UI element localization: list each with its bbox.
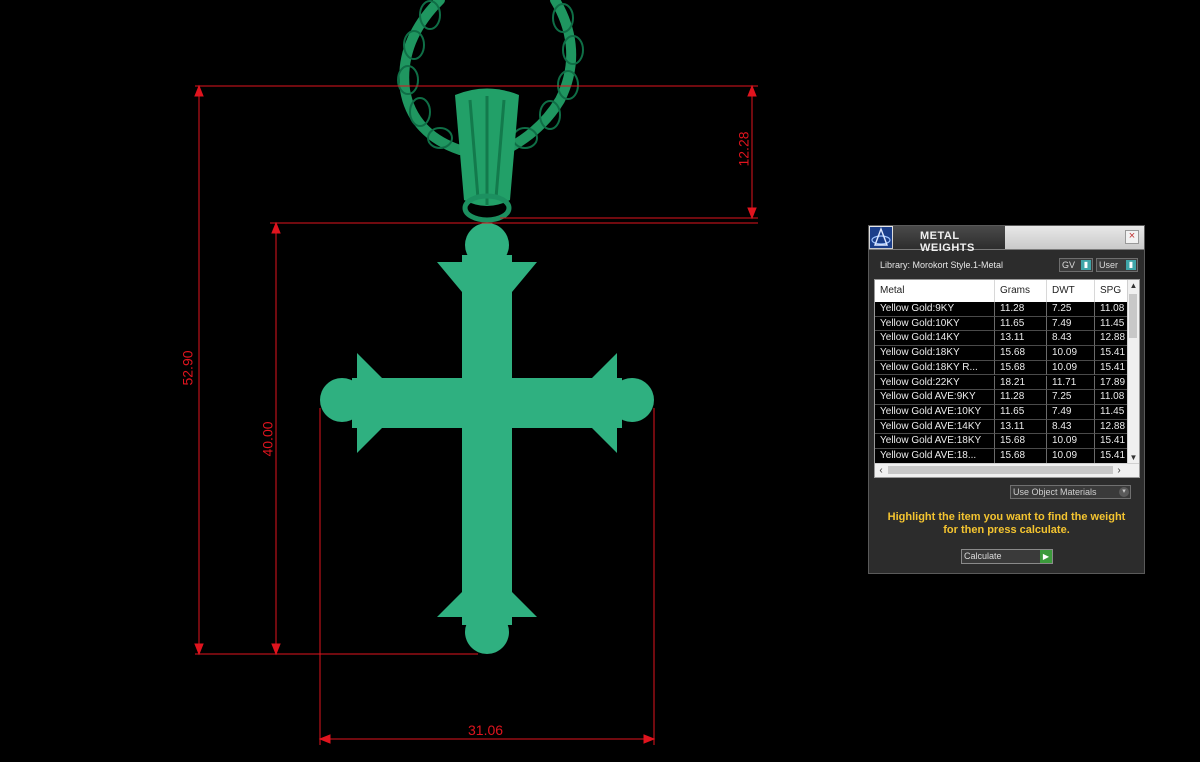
- grams-cell: 11.65: [995, 316, 1047, 332]
- grams-cell: 18.21: [995, 375, 1047, 391]
- vertical-scrollbar[interactable]: ▲ ▼: [1127, 280, 1139, 464]
- hint-text: Highlight the item you want to find the …: [887, 511, 1126, 536]
- column-header-metal[interactable]: Metal: [875, 280, 995, 302]
- table-row[interactable]: Yellow Gold AVE:9KY 11.28 7.25 11.08: [875, 390, 1129, 405]
- gv-select[interactable]: GV ▮: [1059, 258, 1093, 272]
- metal-cell: Yellow Gold:14KY: [875, 331, 995, 347]
- spg-cell: 17.89: [1095, 375, 1129, 391]
- grams-cell: 15.68: [995, 434, 1047, 449]
- grams-cell: 13.11: [995, 331, 1047, 347]
- grams-cell: 15.68: [995, 346, 1047, 361]
- play-icon[interactable]: ▶: [1040, 550, 1052, 563]
- column-header-grams[interactable]: Grams: [995, 280, 1047, 302]
- material-source-select[interactable]: Use Object Materials ▾: [1010, 485, 1131, 499]
- scroll-thumb[interactable]: [1129, 294, 1137, 338]
- table-row[interactable]: Yellow Gold:18KY 15.68 10.09 15.41: [875, 346, 1129, 361]
- bail: [455, 88, 519, 223]
- dwt-cell: 8.43: [1047, 331, 1095, 347]
- dwt-cell: 8.43: [1047, 419, 1095, 435]
- calculate-select[interactable]: Calculate ▶: [961, 549, 1053, 564]
- metal-cell: Yellow Gold:18KY: [875, 346, 995, 361]
- close-icon[interactable]: ×: [1125, 230, 1139, 244]
- gv-select-value: GV: [1062, 260, 1076, 270]
- table-row[interactable]: Yellow Gold AVE:18... 15.68 10.09 15.41: [875, 449, 1129, 464]
- dwt-cell: 11.71: [1047, 375, 1095, 391]
- overall-height-label: 52.90: [179, 350, 196, 386]
- metal-cell: Yellow Gold:10KY: [875, 316, 995, 332]
- grams-cell: 11.28: [995, 390, 1047, 405]
- table-row[interactable]: Yellow Gold AVE:14KY 13.11 8.43 12.88: [875, 419, 1129, 435]
- table-row[interactable]: Yellow Gold:22KY 18.21 11.71 17.89: [875, 375, 1129, 391]
- dwt-cell: 7.25: [1047, 302, 1095, 317]
- spg-cell: 11.08: [1095, 390, 1129, 405]
- scroll-left-icon[interactable]: ‹: [875, 464, 887, 477]
- metal-table: Metal Grams DWT SPG Yellow Gold:9KY 11.2…: [874, 279, 1140, 478]
- library-label: Library: Morokort Style.1-Metal: [880, 260, 1004, 270]
- grams-cell: 15.68: [995, 360, 1047, 376]
- table-body: Yellow Gold:9KY 11.28 7.25 11.08 Yellow …: [875, 302, 1129, 464]
- column-header-spg[interactable]: SPG: [1095, 280, 1129, 302]
- app-logo-icon: [870, 227, 892, 248]
- dwt-cell: 10.09: [1047, 434, 1095, 449]
- cross-width-label: 31.06: [468, 722, 504, 738]
- table-row[interactable]: Yellow Gold:9KY 11.28 7.25 11.08: [875, 302, 1129, 317]
- spg-cell: 15.41: [1095, 449, 1129, 464]
- metal-cell: Yellow Gold:9KY: [875, 302, 995, 317]
- panel-title: METAL WEIGHTS: [920, 230, 975, 254]
- dwt-cell: 7.25: [1047, 390, 1095, 405]
- metal-cell: Yellow Gold:18KY R...: [875, 360, 995, 376]
- panel-title-bar[interactable]: METAL WEIGHTS ×: [869, 226, 1144, 254]
- metal-cell: Yellow Gold AVE:18...: [875, 449, 995, 464]
- table-row[interactable]: Yellow Gold:10KY 11.65 7.49 11.45: [875, 316, 1129, 332]
- dropdown-icon: ▾: [1119, 487, 1129, 497]
- spg-cell: 12.88: [1095, 419, 1129, 435]
- metal-weights-panel: METAL WEIGHTS × Library: Morokort Style.…: [868, 225, 1145, 574]
- grams-cell: 15.68: [995, 449, 1047, 464]
- dropdown-icon: ▮: [1081, 260, 1091, 270]
- metal-cell: Yellow Gold:22KY: [875, 375, 995, 391]
- scroll-thumb[interactable]: [888, 466, 1113, 474]
- spg-cell: 15.41: [1095, 346, 1129, 361]
- dwt-cell: 7.49: [1047, 316, 1095, 332]
- table-row[interactable]: Yellow Gold AVE:18KY 15.68 10.09 15.41: [875, 434, 1129, 449]
- metal-cell: Yellow Gold AVE:10KY: [875, 404, 995, 420]
- cross-height-label: 40.00: [259, 421, 276, 457]
- table-row[interactable]: Yellow Gold AVE:10KY 11.65 7.49 11.45: [875, 404, 1129, 420]
- spg-cell: 15.41: [1095, 360, 1129, 376]
- user-select[interactable]: User ▮: [1096, 258, 1138, 272]
- table-row[interactable]: Yellow Gold:14KY 13.11 8.43 12.88: [875, 331, 1129, 347]
- scroll-up-icon[interactable]: ▲: [1128, 280, 1139, 292]
- dwt-cell: 10.09: [1047, 346, 1095, 361]
- table-header: Metal Grams DWT SPG: [875, 280, 1129, 302]
- horizontal-scrollbar[interactable]: ‹ ›: [875, 463, 1139, 477]
- metal-cell: Yellow Gold AVE:9KY: [875, 390, 995, 405]
- metal-cell: Yellow Gold AVE:18KY: [875, 434, 995, 449]
- column-header-dwt[interactable]: DWT: [1047, 280, 1095, 302]
- calculate-value: Calculate: [964, 551, 1002, 561]
- spg-cell: 15.41: [1095, 434, 1129, 449]
- chain-left-strand: [399, 0, 465, 155]
- spg-cell: 11.08: [1095, 302, 1129, 317]
- metal-cell: Yellow Gold AVE:14KY: [875, 419, 995, 435]
- grams-cell: 11.65: [995, 404, 1047, 420]
- dwt-cell: 7.49: [1047, 404, 1095, 420]
- spg-cell: 11.45: [1095, 404, 1129, 420]
- spg-cell: 11.45: [1095, 316, 1129, 332]
- dwt-cell: 10.09: [1047, 449, 1095, 464]
- dropdown-icon: ▮: [1126, 260, 1136, 270]
- table-row[interactable]: Yellow Gold:18KY R... 15.68 10.09 15.41: [875, 360, 1129, 376]
- grams-cell: 13.11: [995, 419, 1047, 435]
- material-source-value: Use Object Materials: [1013, 487, 1097, 497]
- bail-height-label: 12.28: [735, 131, 752, 167]
- user-select-value: User: [1099, 260, 1119, 270]
- spg-cell: 12.88: [1095, 331, 1129, 347]
- dwt-cell: 10.09: [1047, 360, 1095, 376]
- cross-pendant: [320, 223, 654, 654]
- grams-cell: 11.28: [995, 302, 1047, 317]
- scroll-right-icon[interactable]: ›: [1113, 464, 1125, 477]
